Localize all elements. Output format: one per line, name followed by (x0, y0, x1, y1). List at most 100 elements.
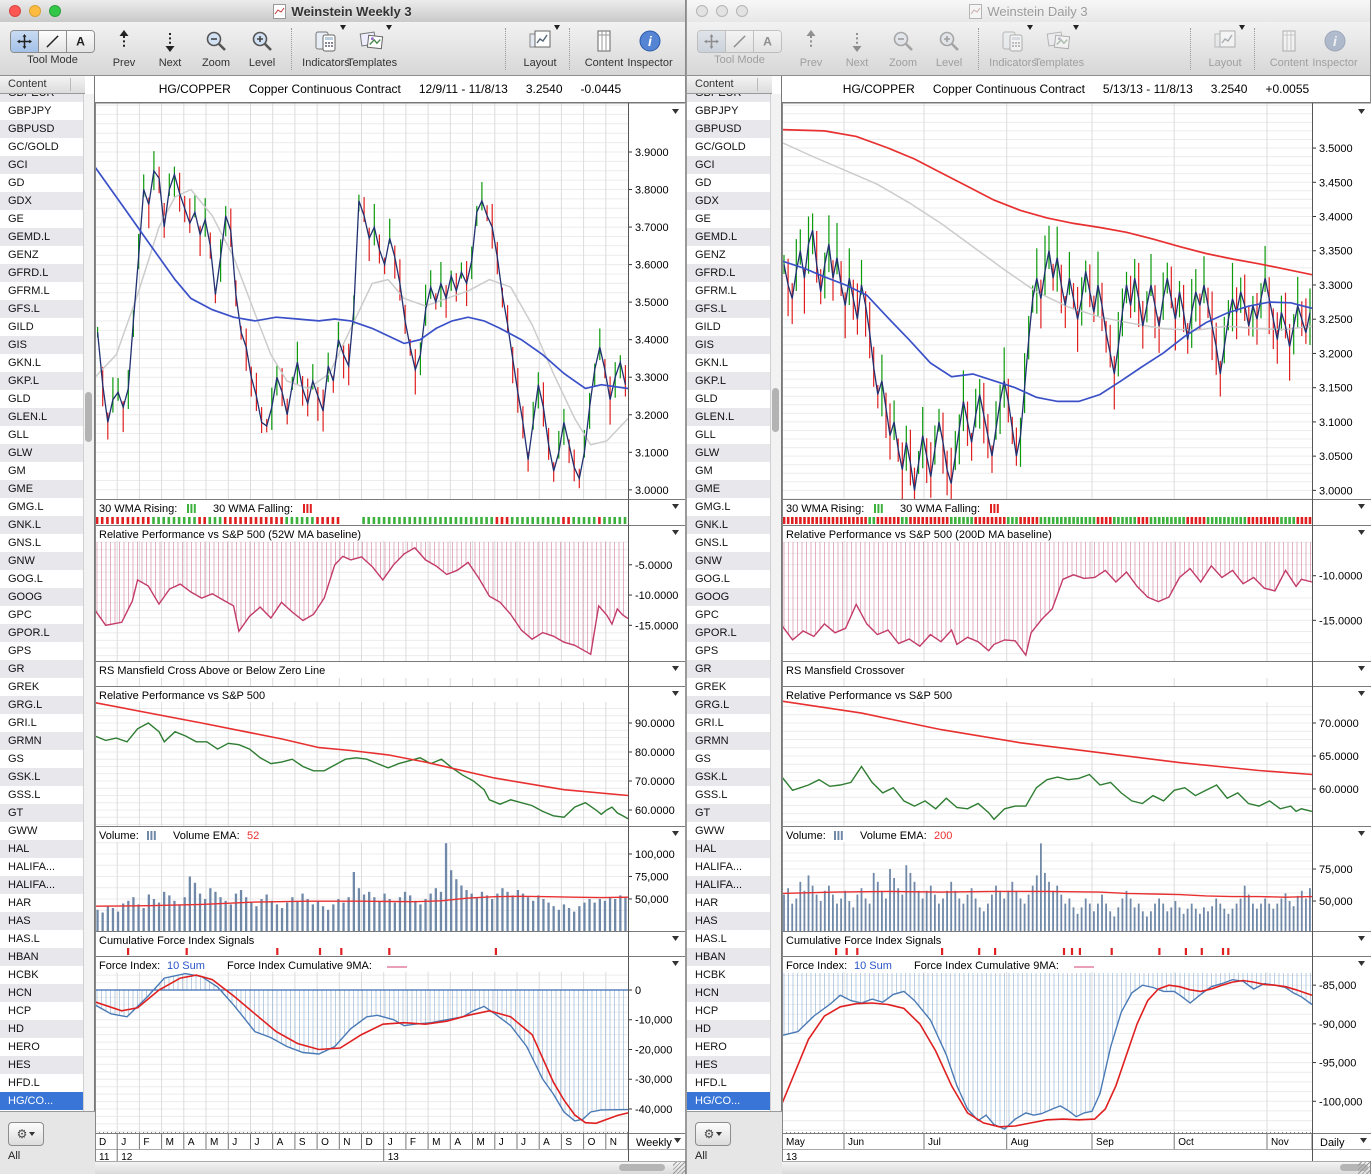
symbol-list-item[interactable]: HCN (687, 984, 772, 1002)
symbol-list-item[interactable]: HAS.L (687, 930, 772, 948)
sidebar-header[interactable]: Content (687, 76, 772, 94)
symbol-list-item[interactable]: GFRD.L (687, 264, 772, 282)
symbol-list-item[interactable]: GM (0, 462, 85, 480)
symbol-list-item[interactable]: HD (0, 1020, 85, 1038)
symbol-list-item[interactable]: GPC (0, 606, 85, 624)
next-button[interactable]: Next (834, 26, 880, 69)
symbol-list-item[interactable]: GNS.L (687, 534, 772, 552)
symbol-list-item[interactable]: GBPJPY (0, 102, 85, 120)
symbol-list-item[interactable]: HFD.L (687, 1074, 772, 1092)
symbol-list-item[interactable]: GCI (0, 156, 85, 174)
symbol-list-item[interactable]: GME (687, 480, 772, 498)
symbol-list-item[interactable]: GRI.L (687, 714, 772, 732)
inspector-button[interactable]: i Inspector (627, 26, 673, 69)
symbol-list-item[interactable]: GFS.L (0, 300, 85, 318)
symbol-list-item[interactable]: GME (0, 480, 85, 498)
timeframe-selector[interactable]: Weekly (636, 1137, 672, 1149)
titlebar[interactable]: Weinstein Weekly 3 (0, 0, 685, 23)
symbol-list-item[interactable]: HBAN (687, 948, 772, 966)
symbol-list-item[interactable]: GMG.L (0, 498, 85, 516)
symbol-list-item[interactable]: HG/CO... (687, 1092, 772, 1110)
symbol-list-item[interactable]: HERO (687, 1038, 772, 1056)
symbol-list-item[interactable]: GEMD.L (687, 228, 772, 246)
chart-canvas[interactable]: 3.9000 3.8000 3.7000 3.6000 3.5000 3.4000 3.30… (95, 103, 686, 1174)
symbol-list-item[interactable]: GFRM.L (687, 282, 772, 300)
indicators-button[interactable]: Indicators (989, 25, 1037, 69)
symbol-list-item[interactable]: GLW (0, 444, 85, 462)
resize-grip[interactable] (1358, 1162, 1370, 1174)
prev-button[interactable]: Prev (788, 26, 834, 69)
titlebar[interactable]: Weinstein Daily 3 (687, 0, 1370, 23)
symbol-list-item[interactable]: GE (687, 210, 772, 228)
symbol-list-item[interactable]: GT (0, 804, 85, 822)
symbol-list-item[interactable]: GM (687, 462, 772, 480)
layout-button[interactable]: Layout (1202, 25, 1248, 69)
symbol-list-item[interactable]: GFRD.L (0, 264, 85, 282)
symbol-list-item[interactable]: GPC (687, 606, 772, 624)
symbol-list-item[interactable]: HAL (0, 840, 85, 858)
symbol-list-item[interactable]: GDX (687, 192, 772, 210)
symbol-list-item[interactable]: GLD (687, 390, 772, 408)
symbol-list-item[interactable]: GILD (687, 318, 772, 336)
layout-button[interactable]: Layout (517, 25, 563, 69)
content-button[interactable]: Content (581, 26, 627, 69)
symbol-list-item[interactable]: GWW (687, 822, 772, 840)
symbol-list-item[interactable]: GNW (687, 552, 772, 570)
symbol-list-item[interactable]: HCP (0, 1002, 85, 1020)
symbol-list-item[interactable]: GR (0, 660, 85, 678)
symbol-list-item[interactable]: HES (0, 1056, 85, 1074)
symbol-list-item[interactable]: GRMN (0, 732, 85, 750)
symbol-list-item[interactable]: GIS (687, 336, 772, 354)
symbol-list-item[interactable]: HALIFA... (0, 858, 85, 876)
content-button[interactable]: Content (1266, 26, 1312, 69)
symbol-list-item[interactable]: GLW (687, 444, 772, 462)
symbol-list-item[interactable]: GREK (0, 678, 85, 696)
level-button[interactable]: Level (239, 26, 285, 69)
symbol-list-item[interactable]: HALIFA... (0, 876, 85, 894)
symbol-list-item[interactable]: HAS (0, 912, 85, 930)
line-tool-button[interactable] (39, 31, 67, 52)
chart-canvas[interactable]: 3.5000 3.4500 3.4000 3.3500 3.3000 3.2500 3.20… (782, 103, 1371, 1174)
text-tool-button[interactable]: A (754, 31, 781, 52)
symbol-list-item[interactable]: GSK.L (0, 768, 85, 786)
symbol-list-item[interactable]: HCBK (687, 966, 772, 984)
symbol-list-item[interactable]: GLL (687, 426, 772, 444)
sidebar-scrollbar[interactable] (83, 94, 94, 1112)
symbol-list-item[interactable]: GS (0, 750, 85, 768)
zoom-button[interactable]: Zoom (193, 26, 239, 69)
prev-button[interactable]: Prev (101, 26, 147, 69)
templates-button[interactable]: Templates (347, 25, 397, 69)
symbol-list-item[interactable]: GC/GOLD (687, 138, 772, 156)
zoom-button[interactable]: Zoom (880, 26, 926, 69)
symbol-list-item[interactable]: GLEN.L (0, 408, 85, 426)
symbol-list-item[interactable]: GRI.L (0, 714, 85, 732)
symbol-list-item[interactable]: GR (687, 660, 772, 678)
crosshair-tool-button[interactable] (11, 31, 39, 52)
symbol-list-item[interactable]: GFRM.L (0, 282, 85, 300)
symbol-list-item[interactable]: GBPJPY (687, 102, 772, 120)
symbol-list-item[interactable]: GKP.L (0, 372, 85, 390)
symbol-list-item[interactable]: GSS.L (0, 786, 85, 804)
symbol-list-item[interactable]: GBPUSD (687, 120, 772, 138)
symbol-list-item[interactable]: HALIFA... (687, 858, 772, 876)
symbol-list-item[interactable]: GREK (687, 678, 772, 696)
symbol-list-item[interactable]: GD (0, 174, 85, 192)
symbol-list-item[interactable]: GT (687, 804, 772, 822)
sidebar-header[interactable]: Content (0, 76, 85, 94)
symbol-list-item[interactable]: HES (687, 1056, 772, 1074)
symbol-list-item[interactable]: GOOG (687, 588, 772, 606)
gear-button[interactable]: ⚙ (695, 1122, 731, 1146)
scrollbar-thumb[interactable] (772, 388, 779, 432)
symbol-list-item[interactable]: GRG.L (0, 696, 85, 714)
symbol-list-item[interactable]: HCP (687, 1002, 772, 1020)
timeframe-selector[interactable]: Daily (1320, 1137, 1345, 1149)
symbol-list-item[interactable]: HG/CO... (0, 1092, 85, 1110)
symbol-list-item[interactable]: GNW (0, 552, 85, 570)
symbol-list-item[interactable]: GPS (687, 642, 772, 660)
indicators-button[interactable]: Indicators (302, 25, 350, 69)
symbol-list-item[interactable]: GSS.L (687, 786, 772, 804)
symbol-list-item[interactable]: GILD (0, 318, 85, 336)
symbol-list-item[interactable]: GLL (0, 426, 85, 444)
symbol-list-item[interactable]: GNK.L (0, 516, 85, 534)
symbol-list-item[interactable]: GLEN.L (687, 408, 772, 426)
